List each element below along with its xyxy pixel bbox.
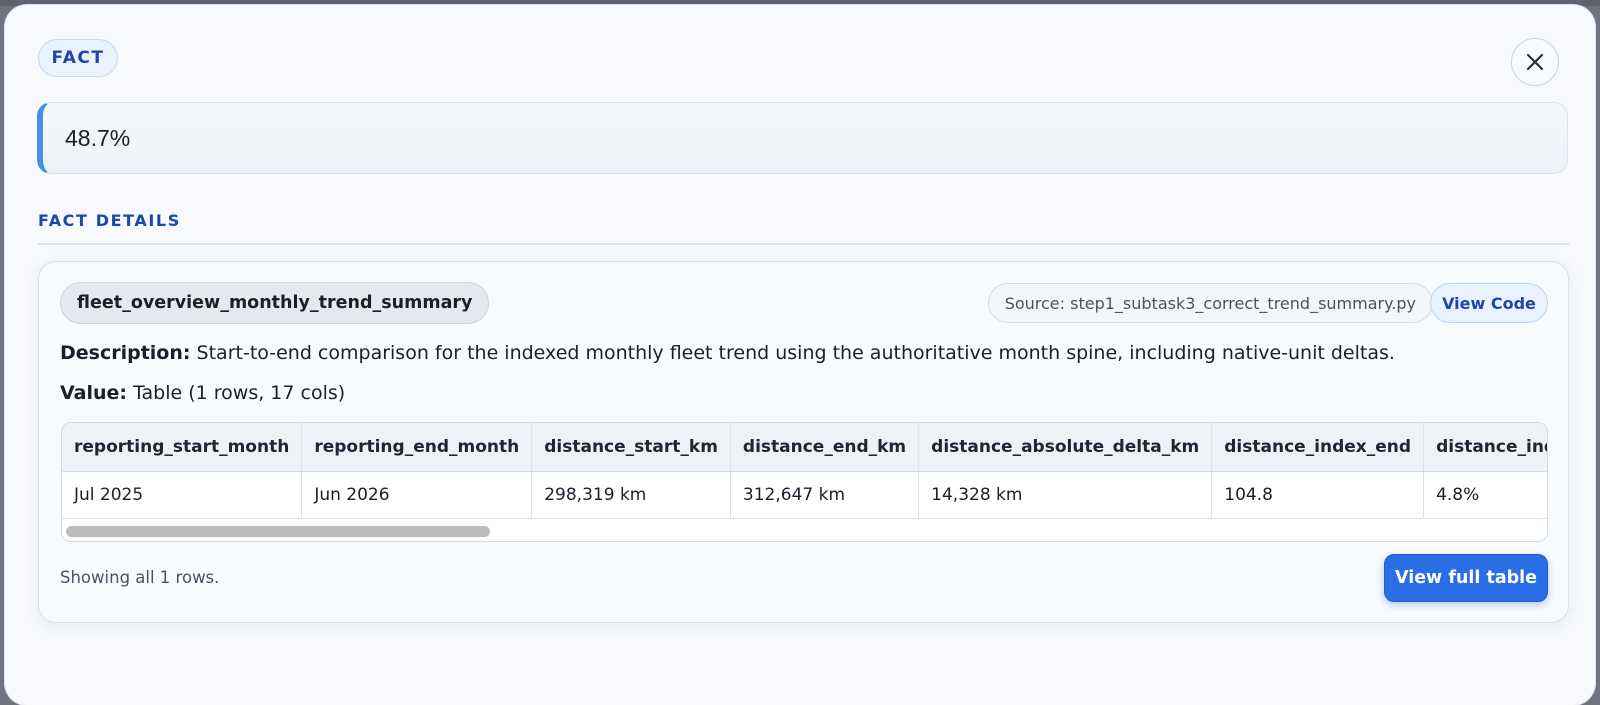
- column-header[interactable]: distance_inde: [1423, 423, 1547, 472]
- close-button[interactable]: [1511, 38, 1559, 86]
- table-cell: 14,328 km: [918, 471, 1213, 519]
- fact-type-badge: FACT: [38, 39, 118, 77]
- table-cell: 298,319 km: [531, 471, 731, 519]
- fact-value: 48.7%: [65, 124, 131, 151]
- value-label: Value:: [60, 382, 128, 404]
- fact-modal: FACT 48.7% FACT DETAILS fleet_overview_m…: [5, 5, 1595, 705]
- rows-count-note: Showing all 1 rows.: [60, 568, 220, 587]
- column-header[interactable]: reporting_end_month: [301, 423, 533, 472]
- close-icon: [1526, 53, 1544, 71]
- description-text: Start-to-end comparison for the indexed …: [196, 342, 1395, 364]
- view-full-table-button[interactable]: View full table: [1384, 554, 1548, 602]
- column-header[interactable]: distance_index_end: [1211, 423, 1425, 472]
- column-header[interactable]: distance_end_km: [730, 423, 920, 472]
- value-text: Table (1 rows, 17 cols): [133, 382, 346, 404]
- source-file-pill: Source: step1_subtask3_correct_trend_sum…: [987, 283, 1433, 323]
- fact-value-box: 48.7%: [37, 102, 1568, 174]
- table-cell: 104.8: [1211, 471, 1425, 519]
- section-heading: FACT DETAILS: [38, 211, 181, 230]
- table-cell: Jun 2026: [301, 471, 533, 519]
- table-header-row: reporting_start_month reporting_end_mont…: [62, 423, 1547, 472]
- scrollbar-thumb[interactable]: [66, 526, 490, 537]
- table-cell: Jul 2025: [62, 471, 303, 519]
- data-table: reporting_start_month reporting_end_mont…: [62, 423, 1547, 519]
- data-table-container[interactable]: reporting_start_month reporting_end_mont…: [61, 422, 1548, 542]
- value-line: Value: Table (1 rows, 17 cols): [60, 382, 345, 404]
- column-header[interactable]: distance_start_km: [531, 423, 731, 472]
- fact-name-badge: fleet_overview_monthly_trend_summary: [60, 282, 490, 324]
- table-row: Jul 2025 Jun 2026 298,319 km 312,647 km …: [62, 471, 1547, 519]
- column-header[interactable]: distance_absolute_delta_km: [918, 423, 1213, 472]
- table-cell: 312,647 km: [730, 471, 920, 519]
- description-line: Description: Start-to-end comparison for…: [60, 342, 1395, 364]
- description-label: Description:: [60, 342, 191, 364]
- table-cell: 4.8%: [1423, 471, 1547, 519]
- divider: [38, 243, 1569, 245]
- view-code-button[interactable]: View Code: [1430, 283, 1548, 323]
- column-header[interactable]: reporting_start_month: [62, 423, 303, 472]
- fact-detail-card: fleet_overview_monthly_trend_summary Sou…: [38, 261, 1569, 623]
